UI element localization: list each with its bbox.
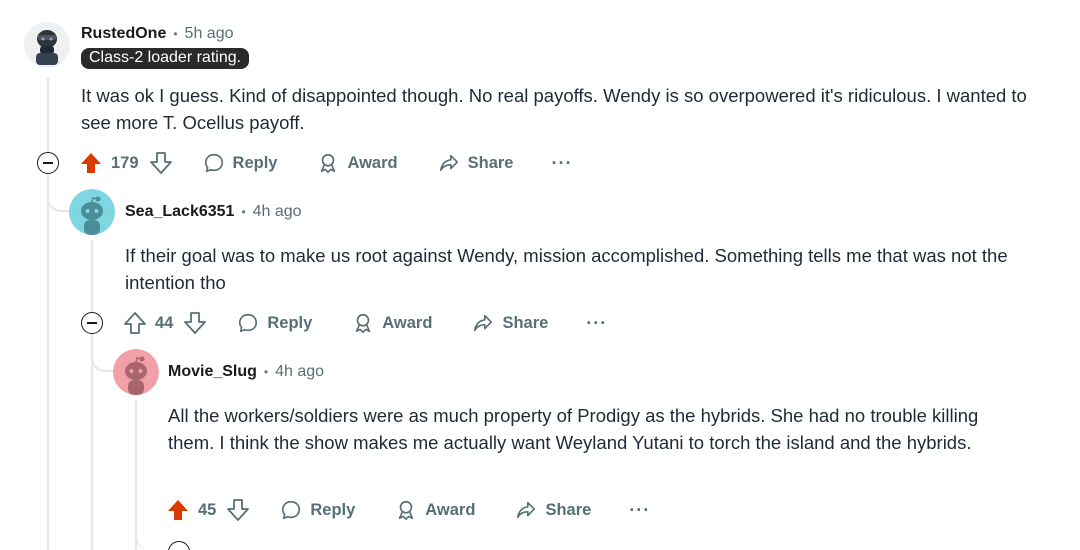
user-flair: Class-2 loader rating.: [81, 48, 250, 69]
avatar[interactable]: [113, 349, 159, 395]
meta-separator: •: [173, 27, 178, 41]
avatar[interactable]: [69, 189, 115, 235]
comment-bubble-icon: [239, 313, 258, 333]
comment-body: If their goal was to make us root agains…: [125, 245, 1008, 293]
timestamp[interactable]: 4h ago: [275, 363, 324, 381]
author-name[interactable]: Movie_Slug: [168, 363, 257, 381]
share-icon: [474, 314, 493, 332]
share-button[interactable]: Share: [472, 312, 548, 334]
share-icon: [517, 501, 536, 519]
award-icon: [399, 500, 414, 520]
share-button[interactable]: Share: [515, 499, 591, 521]
thread-line-root[interactable]: [47, 78, 49, 550]
collapse-thread-button[interactable]: [81, 312, 103, 334]
award-button[interactable]: Award: [352, 312, 432, 334]
share-button[interactable]: Share: [438, 152, 514, 174]
reply-label: Reply: [310, 500, 356, 519]
timestamp[interactable]: 4h ago: [253, 203, 302, 221]
award-icon: [321, 153, 336, 173]
timestamp[interactable]: 5h ago: [185, 25, 234, 43]
more-options-button[interactable]: ···: [629, 500, 650, 521]
comment-actions: 44 Reply Award Share ···: [123, 306, 607, 340]
collapse-thread-button[interactable]: [168, 541, 190, 550]
author-name[interactable]: RustedOne: [81, 25, 166, 43]
award-button[interactable]: Award: [395, 499, 475, 521]
thread-elbow-reply-3: [135, 525, 167, 550]
author-name[interactable]: Sea_Lack6351: [125, 203, 234, 221]
award-label: Award: [347, 153, 398, 172]
vote-score: 179: [111, 153, 139, 172]
downvote-icon[interactable]: [226, 498, 250, 522]
collapse-thread-button[interactable]: [37, 152, 59, 174]
award-button[interactable]: Award: [317, 152, 398, 174]
reply-button[interactable]: Reply: [237, 312, 312, 334]
share-icon: [439, 154, 458, 172]
meta-separator: •: [241, 205, 246, 219]
vote-score: 44: [155, 313, 174, 332]
comment-actions: 45 Reply Award Share ···: [166, 493, 650, 527]
snoo-avatar-icon: [113, 349, 159, 395]
comment-actions: 179 Reply Award Share ···: [79, 146, 572, 180]
user-avatar-icon: [24, 22, 70, 68]
award-label: Award: [425, 500, 476, 519]
upvote-icon[interactable]: [123, 311, 147, 335]
meta-separator: •: [263, 365, 269, 379]
award-label: Award: [382, 313, 433, 332]
vote-group: 44: [123, 311, 207, 335]
downvote-icon[interactable]: [183, 311, 207, 335]
vote-group: 45: [166, 498, 250, 522]
award-icon: [356, 313, 371, 333]
share-label: Share: [545, 500, 592, 519]
reply-button[interactable]: Reply: [280, 499, 355, 521]
share-label: Share: [467, 153, 514, 172]
reply-label: Reply: [232, 153, 278, 172]
upvote-icon[interactable]: [79, 151, 103, 175]
more-options-button[interactable]: ···: [586, 313, 607, 334]
comment-body: All the workers/soldiers were as much pr…: [168, 405, 979, 453]
comment-body: It was ok I guess. Kind of disappointed …: [81, 85, 1027, 133]
reply-button[interactable]: Reply: [203, 152, 278, 174]
snoo-avatar-icon: [69, 189, 115, 235]
avatar[interactable]: [24, 22, 70, 68]
vote-group: 179: [79, 151, 173, 175]
reply-label: Reply: [267, 313, 313, 332]
more-options-button[interactable]: ···: [551, 153, 572, 174]
share-label: Share: [502, 313, 549, 332]
comment-bubble-icon: [282, 500, 301, 520]
comment-bubble-icon: [204, 153, 223, 173]
thread-line-reply-1[interactable]: [91, 240, 93, 550]
vote-score: 45: [198, 500, 217, 519]
downvote-icon[interactable]: [149, 151, 173, 175]
upvote-icon[interactable]: [166, 498, 190, 522]
